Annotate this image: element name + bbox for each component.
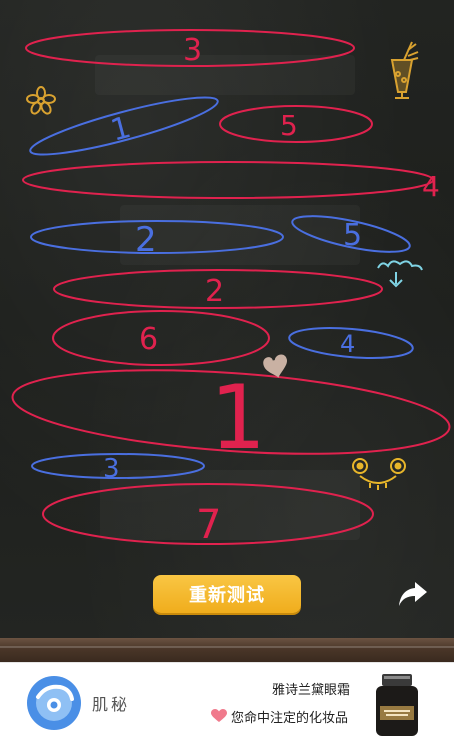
oval-label: 1 [210, 366, 266, 469]
ad-title: 雅诗兰黛眼霜 [271, 683, 350, 698]
oval-1-red-large[interactable]: 1 [10, 358, 452, 469]
oval-label: 2 [205, 274, 224, 309]
heart-icon [211, 709, 227, 722]
oval-7-red[interactable]: 7 [42, 483, 374, 548]
drink-icon [390, 41, 419, 99]
oval-label: 3 [183, 33, 202, 68]
share-arrow-icon[interactable] [397, 580, 429, 608]
oval-4-blue[interactable]: 4 [288, 324, 414, 363]
cloud-icon [377, 260, 423, 288]
oval-2-blue[interactable]: 2 [30, 220, 284, 260]
oval-graph: 3 1 5 4 2 5 2 6 4 1 3 7 [10, 29, 452, 548]
oval-shape [52, 310, 270, 366]
eye-cream-product-image [376, 674, 418, 736]
oval-5-red[interactable]: 5 [219, 105, 373, 143]
oval-label: 7 [196, 502, 221, 548]
oval-label: 4 [340, 330, 355, 358]
chalkboard: 3 1 5 4 2 5 2 6 4 1 3 7 [0, 0, 454, 638]
smiley-face-icon [352, 458, 406, 490]
oval-3-blue[interactable]: 3 [31, 453, 205, 484]
jimi-logo-icon [27, 676, 81, 730]
oval-label: 5 [280, 109, 298, 142]
oval-label: 4 [422, 170, 440, 203]
retest-button[interactable]: 重新测试 [153, 575, 301, 613]
flower-icon [26, 86, 56, 115]
oval-4-red[interactable]: 4 [22, 161, 440, 203]
oval-2-red[interactable]: 2 [53, 269, 383, 309]
chalkboard-ledge [0, 638, 454, 662]
oval-label: 6 [139, 322, 158, 357]
oval-label: 2 [135, 220, 157, 260]
ad-brand-name: 肌秘 [92, 695, 131, 714]
oval-6-red[interactable]: 6 [52, 310, 270, 366]
oval-shape [22, 161, 434, 199]
oval-5-blue[interactable]: 5 [290, 209, 413, 259]
oval-label: 3 [103, 454, 120, 484]
oval-label: 5 [343, 218, 362, 253]
oval-shape [30, 220, 284, 254]
ad-slogan: 您命中注定的化妆品 [231, 711, 349, 726]
oval-3-red[interactable]: 3 [25, 29, 355, 68]
